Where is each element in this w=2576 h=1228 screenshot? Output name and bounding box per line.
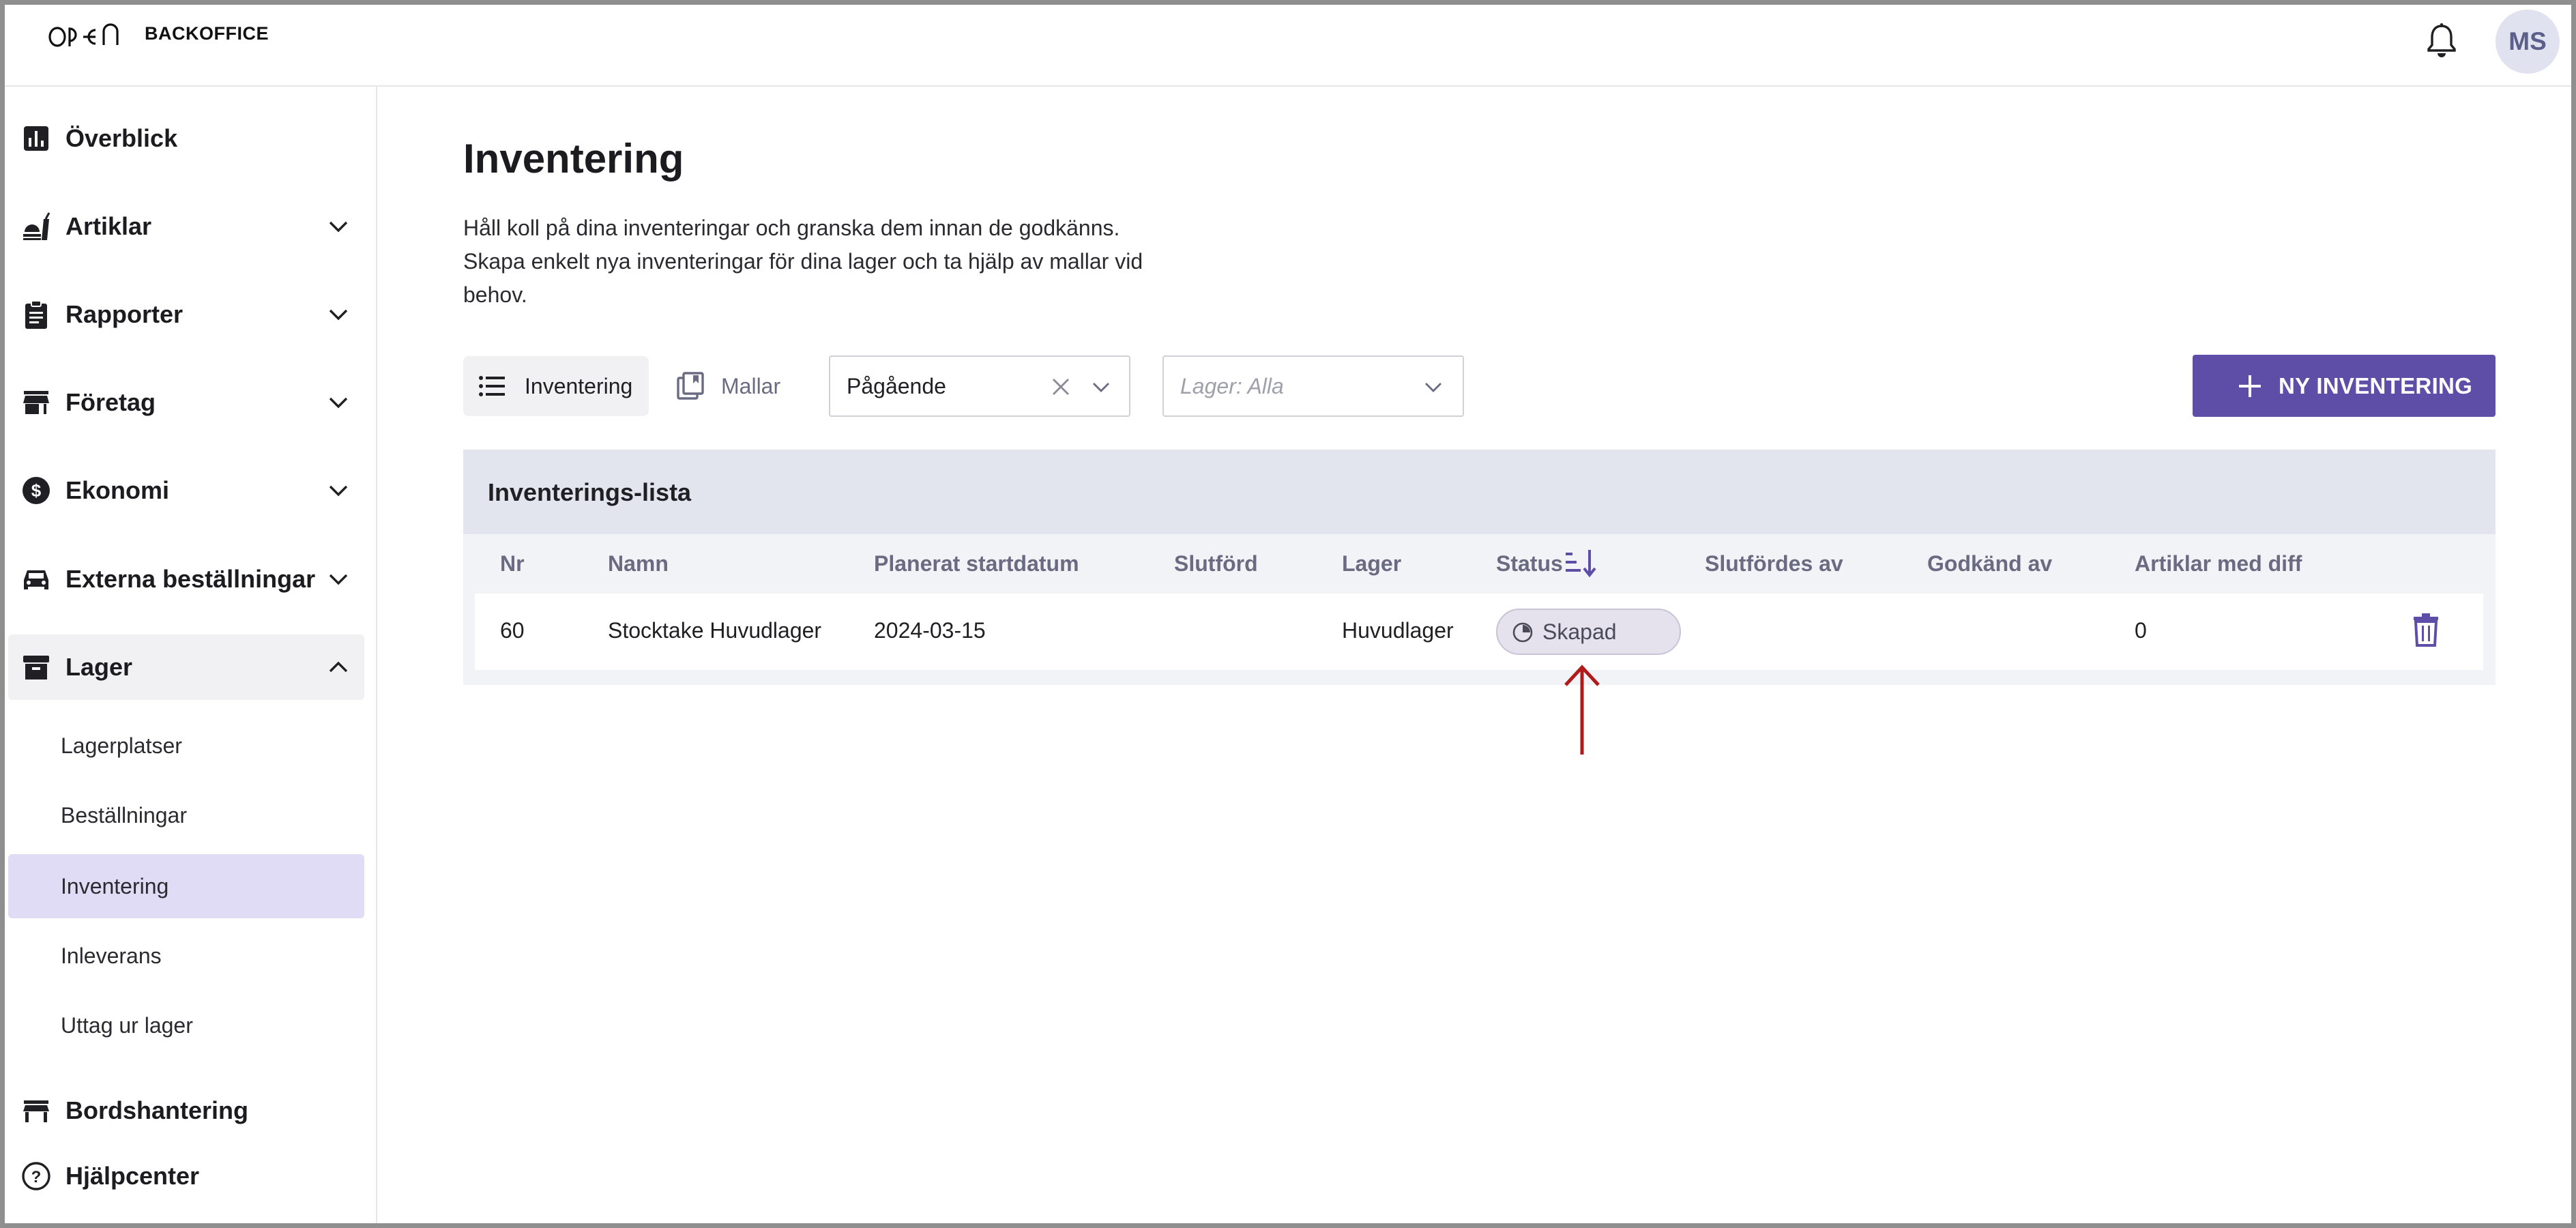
sidebar-subitem-inventering[interactable]: Inventering bbox=[8, 854, 364, 918]
product-name: BACKOFFICE bbox=[145, 23, 269, 44]
sidebar-item-externa-bestallningar[interactable]: Externa beställningar bbox=[8, 546, 364, 612]
tab-inventering[interactable]: Inventering bbox=[463, 356, 649, 416]
sidebar-subitem-label: Lagerplatser bbox=[61, 733, 182, 758]
dollar-icon: $ bbox=[20, 475, 52, 506]
sidebar-item-overblick[interactable]: Överblick bbox=[8, 106, 364, 171]
column-header-godkand-av[interactable]: Godkänd av bbox=[1927, 551, 2052, 576]
new-inventory-button-label: NY INVENTERING bbox=[2279, 372, 2473, 398]
sidebar-subitem-label: Inventering bbox=[61, 873, 169, 898]
notification-bell-icon[interactable] bbox=[2426, 22, 2457, 59]
chevron-down-icon bbox=[329, 309, 348, 321]
sidebar-item-label: Artiklar bbox=[65, 212, 152, 240]
logo[interactable]: BACKOFFICE bbox=[48, 19, 269, 53]
page-description: Håll koll på dina inventeringar och gran… bbox=[463, 211, 1145, 312]
clipboard-icon bbox=[20, 299, 52, 330]
sidebar-item-bordshantering[interactable]: Bordshantering bbox=[8, 1078, 364, 1143]
sort-descending-icon[interactable] bbox=[1564, 547, 1598, 580]
sidebar-subitem-label: Beställningar bbox=[61, 802, 187, 828]
sidebar-item-ekonomi[interactable]: $ Ekonomi bbox=[8, 458, 364, 523]
column-header-namn[interactable]: Namn bbox=[608, 551, 669, 576]
svg-text:$: $ bbox=[31, 480, 42, 501]
sidebar-item-label: Externa beställningar bbox=[65, 565, 316, 593]
sidebar-subitem-label: Uttag ur lager bbox=[61, 1012, 193, 1038]
chevron-down-icon[interactable] bbox=[1422, 375, 1445, 398]
sidebar-item-hjalpcenter[interactable]: ? Hjälpcenter bbox=[8, 1143, 364, 1209]
sidebar-subitem-lagerplatser[interactable]: Lagerplatser bbox=[8, 714, 364, 778]
template-icon bbox=[677, 372, 704, 400]
sidebar-item-lager[interactable]: Lager bbox=[8, 634, 364, 700]
chevron-down-icon[interactable] bbox=[1089, 375, 1113, 398]
card-header: Inventerings-lista bbox=[463, 450, 2496, 534]
tab-label: Mallar bbox=[721, 373, 781, 398]
description-line: Håll koll på dina inventeringar och gran… bbox=[463, 216, 1120, 240]
column-header-status[interactable]: Status bbox=[1496, 551, 1563, 576]
sidebar-item-label: Bordshantering bbox=[65, 1096, 249, 1124]
cell-planerat-startdatum: 2024-03-15 bbox=[874, 618, 986, 643]
bar-chart-icon bbox=[20, 123, 52, 154]
sidebar-item-rapporter[interactable]: Rapporter bbox=[8, 282, 364, 347]
cell-namn: Stocktake Huvudlager bbox=[608, 618, 822, 643]
sidebar-item-label: Ekonomi bbox=[65, 476, 170, 504]
warehouse-filter-placeholder: Lager: Alla bbox=[1180, 374, 1284, 398]
trash-icon[interactable] bbox=[2412, 613, 2440, 647]
sidebar-subitem-uttag-ur-lager[interactable]: Uttag ur lager bbox=[8, 993, 364, 1057]
food-icon bbox=[20, 211, 52, 242]
sidebar-subitem-inleverans[interactable]: Inleverans bbox=[8, 924, 364, 988]
store-icon bbox=[20, 387, 52, 418]
archive-box-icon bbox=[20, 652, 52, 683]
column-header-slutfordes-av[interactable]: Slutfördes av bbox=[1705, 551, 1843, 576]
car-icon bbox=[20, 564, 52, 595]
chevron-down-icon bbox=[329, 221, 348, 233]
column-header-planerat-startdatum[interactable]: Planerat startdatum bbox=[874, 551, 1079, 576]
svg-text:?: ? bbox=[31, 1168, 42, 1186]
annotation-arrow-icon bbox=[1564, 664, 1600, 755]
status-badge: Skapad bbox=[1496, 609, 1681, 655]
sidebar-item-label: Hjälpcenter bbox=[65, 1162, 200, 1190]
open-logo-mark bbox=[48, 23, 119, 47]
column-header-artiklar-med-diff[interactable]: Artiklar med diff bbox=[2135, 551, 2302, 576]
clear-icon[interactable] bbox=[1050, 376, 1072, 398]
chevron-down-icon bbox=[329, 574, 348, 585]
sidebar-item-label: Rapporter bbox=[65, 300, 184, 328]
cell-lager: Huvudlager bbox=[1342, 618, 1454, 643]
top-bar: BACKOFFICE MS bbox=[0, 0, 2576, 87]
sidebar-item-foretag[interactable]: Företag bbox=[8, 370, 364, 435]
help-circle-icon: ? bbox=[20, 1160, 52, 1192]
clock-pie-icon bbox=[1512, 622, 1533, 643]
sidebar-item-artiklar[interactable]: Artiklar bbox=[8, 194, 364, 259]
sidebar-item-label: Företag bbox=[65, 388, 156, 416]
sidebar-item-label: Överblick bbox=[65, 124, 178, 152]
description-line: Skapa enkelt nya inventeringar för dina … bbox=[463, 249, 1143, 274]
column-header-nr[interactable]: Nr bbox=[500, 551, 525, 576]
sidebar-item-label: Lager bbox=[65, 653, 133, 681]
warehouse-filter-select[interactable]: Lager: Alla bbox=[1162, 355, 1464, 417]
card-title: Inventerings-lista bbox=[488, 478, 692, 506]
status-filter-select[interactable]: Pågående bbox=[829, 355, 1130, 417]
list-icon bbox=[479, 376, 505, 396]
column-header-lager[interactable]: Lager bbox=[1342, 551, 1401, 576]
chevron-down-icon bbox=[329, 397, 348, 409]
status-filter-value: Pågående bbox=[847, 374, 946, 398]
new-inventory-button[interactable]: NY INVENTERING bbox=[2193, 355, 2496, 417]
description-line: behov. bbox=[463, 282, 527, 307]
cell-artiklar-med-diff: 0 bbox=[2135, 618, 2147, 643]
plus-icon bbox=[2239, 375, 2261, 397]
column-header-slutford[interactable]: Slutförd bbox=[1174, 551, 1258, 576]
tab-mallar[interactable]: Mallar bbox=[662, 356, 798, 416]
sidebar-subitem-label: Inleverans bbox=[61, 943, 162, 968]
chevron-down-icon bbox=[329, 485, 348, 497]
cell-nr: 60 bbox=[500, 618, 525, 643]
chevron-up-icon bbox=[329, 661, 348, 673]
table-icon bbox=[20, 1095, 52, 1126]
sidebar-subitem-bestallningar[interactable]: Beställningar bbox=[8, 783, 364, 847]
tab-label: Inventering bbox=[525, 373, 633, 398]
page-title: Inventering bbox=[463, 136, 684, 181]
user-avatar[interactable]: MS bbox=[2496, 10, 2560, 74]
status-badge-label: Skapad bbox=[1542, 619, 1617, 644]
